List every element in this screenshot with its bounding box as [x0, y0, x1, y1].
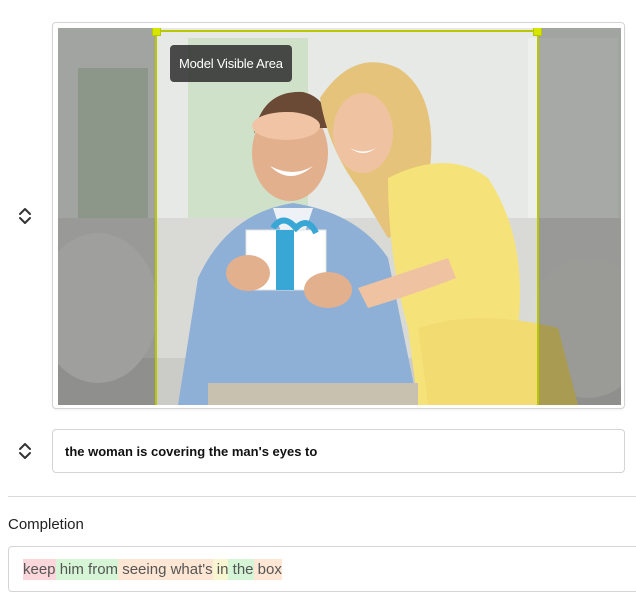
visible-area-label: Model Visible Area [170, 45, 292, 82]
visible-area-frame[interactable] [152, 28, 542, 405]
completion-token: what's [166, 558, 213, 580]
section-divider [8, 496, 636, 497]
reorder-handle-prompt[interactable] [13, 439, 37, 463]
resize-handle-top-right[interactable] [533, 28, 542, 36]
prompt-text-input[interactable]: the woman is covering the man's eyes to [52, 429, 625, 473]
completion-token: in [212, 558, 229, 580]
completion-heading: Completion [8, 516, 84, 533]
completion-output: keep him from seeing what's in the box [8, 546, 636, 592]
prompt-text: the woman is covering the man's eyes to [65, 443, 318, 459]
chevron-up-down-icon [19, 443, 31, 459]
completion-token: box [253, 558, 282, 580]
completion-token: the [228, 558, 254, 580]
completion-token: from [83, 558, 119, 580]
completion-token: seeing [118, 558, 167, 580]
completion-token: keep [23, 558, 56, 580]
masked-region-right [539, 28, 621, 405]
image-input-card[interactable]: Model Visible Area [52, 22, 625, 409]
completion-token: him [55, 558, 84, 580]
masked-region-left [58, 28, 155, 405]
reorder-handle-image[interactable] [13, 204, 37, 228]
input-photo: Model Visible Area [58, 28, 621, 405]
resize-handle-top-left[interactable] [152, 28, 161, 36]
chevron-up-down-icon [19, 208, 31, 224]
